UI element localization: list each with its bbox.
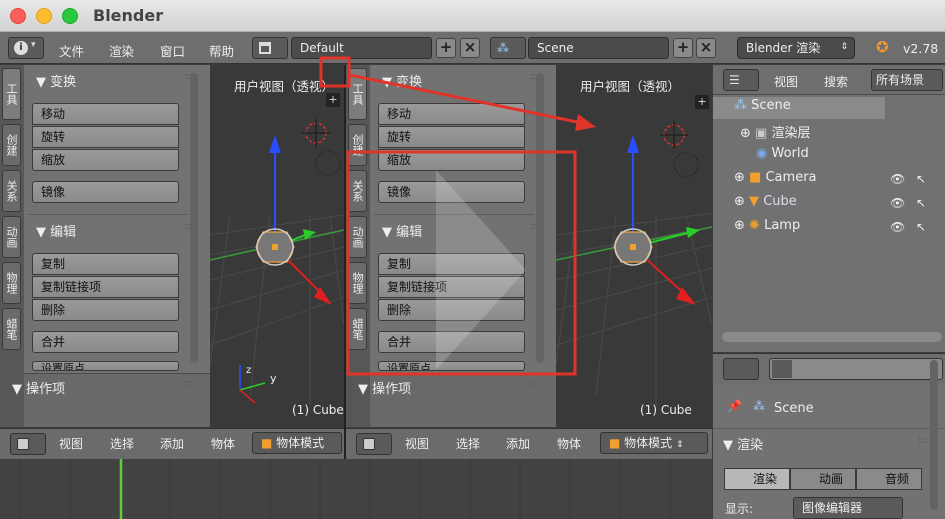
annotation-overlay	[319, 56, 596, 376]
